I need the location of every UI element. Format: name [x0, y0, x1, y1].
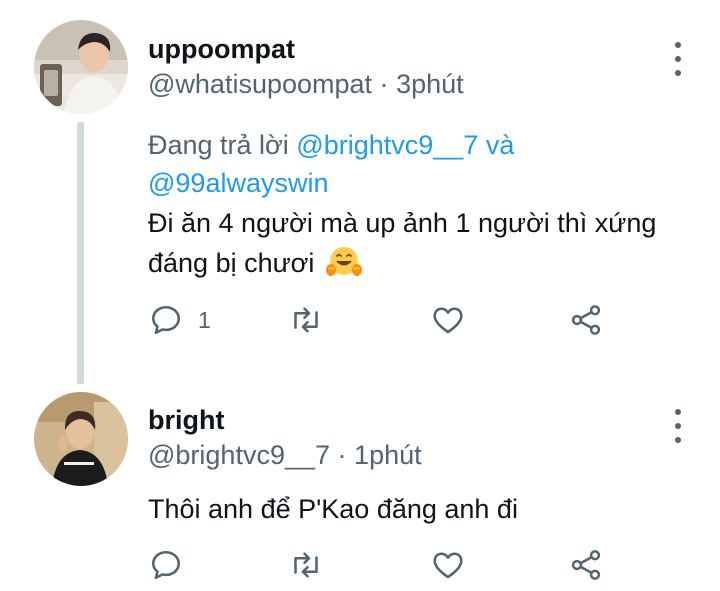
share-button[interactable] [568, 545, 604, 585]
tweet[interactable]: bright @brightvc9__7 · 1phút Thôi anh để… [0, 385, 720, 591]
tweet-content: uppoompat @whatisupoompat · 3phút Đang t… [148, 32, 680, 289]
hugging-face-emoji-icon [325, 246, 362, 289]
separator: · [337, 440, 347, 470]
tweet[interactable]: uppoompat @whatisupoompat · 3phút Đang t… [0, 0, 720, 385]
reply-prefix: Đang trả lời [148, 130, 289, 160]
like-button[interactable] [430, 545, 466, 585]
retweet-icon [294, 307, 318, 333]
more-vertical-icon[interactable] [672, 42, 684, 76]
retweet-button[interactable] [288, 300, 324, 340]
timestamp[interactable]: 3phút [396, 69, 464, 99]
reply-joiner: và [485, 130, 515, 160]
thread-connector [77, 122, 84, 384]
share-icon [571, 305, 601, 335]
avatar[interactable] [34, 392, 128, 486]
tweet-text-body: Đi ăn 4 người mà up ảnh 1 người thì xứng… [148, 208, 657, 278]
handle[interactable]: @brightvc9__7 [148, 440, 330, 470]
tweet-actions [148, 545, 618, 585]
reply-count: 1 [198, 306, 211, 333]
display-name[interactable]: bright [148, 403, 680, 437]
reply-button[interactable] [148, 545, 184, 585]
mention-link[interactable]: @99alwayswin [148, 168, 328, 198]
tweet-text: Đi ăn 4 người mà up ảnh 1 người thì xứng… [148, 203, 680, 289]
tweet-content: bright @brightvc9__7 · 1phút Thôi anh để… [148, 403, 680, 529]
share-icon [571, 550, 601, 580]
heart-icon [433, 552, 463, 579]
like-button[interactable] [430, 300, 466, 340]
tweet-meta: @whatisupoompat · 3phút [148, 66, 680, 102]
retweet-icon [294, 552, 318, 578]
reply-bubble-icon [151, 550, 181, 580]
retweet-button[interactable] [288, 545, 324, 585]
reply-button[interactable]: 1 [148, 300, 211, 340]
timestamp[interactable]: 1phút [354, 440, 422, 470]
heart-icon [433, 307, 463, 334]
avatar[interactable] [34, 20, 128, 114]
tweet-thread: uppoompat @whatisupoompat · 3phút Đang t… [0, 0, 720, 591]
tweet-meta: @brightvc9__7 · 1phút [148, 437, 680, 473]
handle[interactable]: @whatisupoompat [148, 69, 372, 99]
mention-link[interactable]: @brightvc9__7 [296, 130, 478, 160]
more-vertical-icon[interactable] [672, 409, 684, 443]
replying-to: Đang trả lời @brightvc9__7 và @99alwaysw… [148, 126, 680, 202]
separator: · [379, 69, 389, 99]
reply-bubble-icon [151, 305, 181, 335]
tweet-text: Thôi anh để P'Kao đăng anh đi [148, 494, 518, 524]
display-name[interactable]: uppoompat [148, 32, 680, 66]
tweet-actions: 1 [148, 300, 618, 340]
share-button[interactable] [568, 300, 604, 340]
